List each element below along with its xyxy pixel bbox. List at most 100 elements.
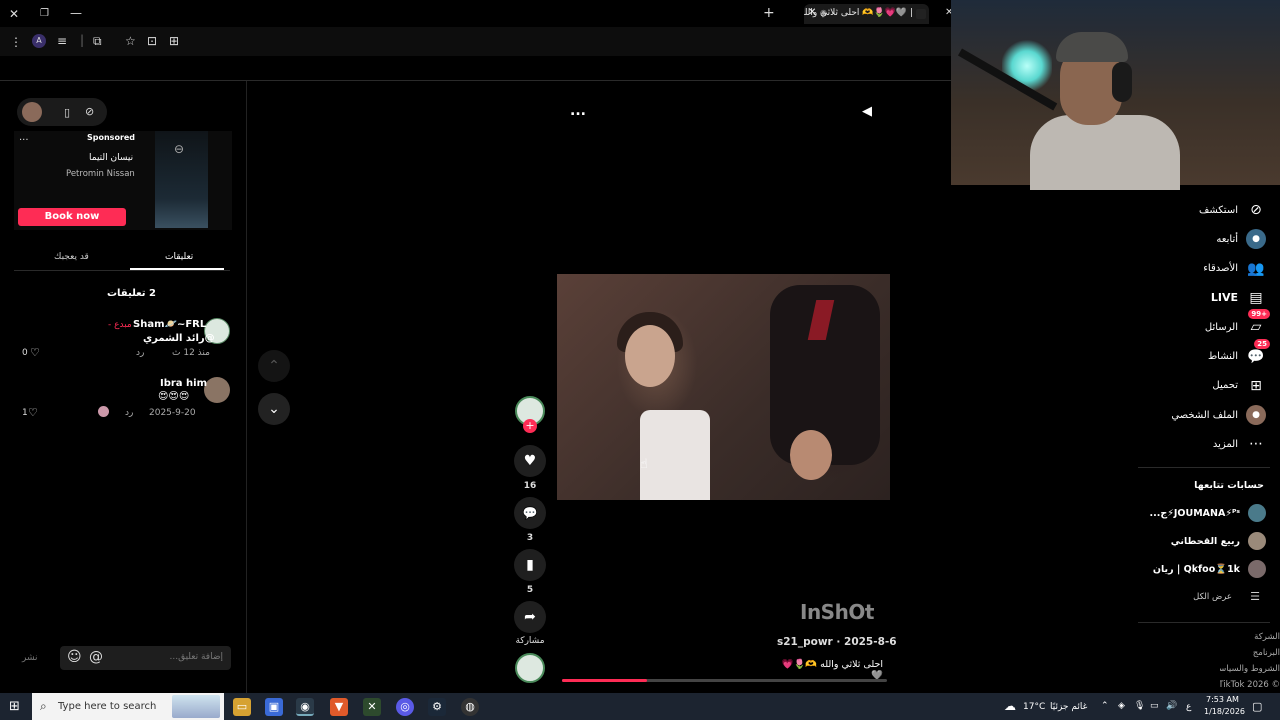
obs-icon[interactable]: ◍ (461, 698, 479, 716)
mention-icon[interactable]: @ (89, 649, 103, 665)
sidebar-item-label: الرسائل (1204, 321, 1238, 333)
previous-video-button[interactable]: ⌃ (258, 350, 290, 382)
reply-button[interactable]: رد (125, 408, 133, 418)
video-author[interactable]: s21_powr · 2025-8-6 (777, 636, 897, 648)
close-window-icon[interactable]: ✕ (9, 7, 19, 21)
sidebar-item-following[interactable]: أتابعه ● (1216, 229, 1266, 250)
more-options-icon[interactable]: ... (570, 103, 586, 119)
tab-active-indicator (130, 268, 224, 270)
sidebar-item-activity[interactable]: النشاط 💬 25 (1207, 338, 1270, 367)
share-icon[interactable]: ➦ (514, 601, 546, 633)
webcam-person-cap (1056, 32, 1128, 62)
upload-icon: ⊞ (1250, 377, 1262, 394)
sidebar-item-compass[interactable]: استكشف ⊘ (1199, 200, 1266, 220)
post-button[interactable]: نشر (22, 653, 38, 663)
comment-like-count: 1 (22, 408, 28, 418)
following-account[interactable]: JOUMANA⚡ᴾˢ⚡ج... (1150, 503, 1266, 523)
comment-icon[interactable]: 💬 (514, 497, 546, 529)
network-icon[interactable]: ▭ (1150, 701, 1159, 711)
tray-chevron-icon[interactable]: ⌃ (1101, 701, 1109, 711)
sidebar-item-more[interactable]: المزيد ⋯ (1213, 434, 1266, 454)
bookmark-bar (0, 56, 951, 81)
following-account[interactable]: Qkfoo⏳1k | ريان (1153, 559, 1266, 579)
install-app-icon[interactable]: ⊞ (169, 34, 179, 48)
next-video-button[interactable]: ⌄ (258, 393, 290, 425)
microphone-icon[interactable]: 🎙 (1134, 701, 1145, 711)
friends-icon: 👥 (1247, 260, 1265, 277)
book-now-button[interactable]: Book now (18, 208, 126, 226)
weather-desc[interactable]: غائم جزئيًا (1050, 702, 1087, 712)
terminal-icon[interactable]: ✕ (363, 698, 381, 716)
ad-sponsored-label: Sponsored (87, 133, 136, 142)
sidebar-item-upload[interactable]: تحميل ⊞ (1212, 376, 1266, 396)
video-progress-fill (562, 679, 647, 682)
store-icon[interactable]: ▣ (265, 698, 283, 716)
creator-liked-avatar (98, 406, 109, 417)
notifications-icon[interactable]: ▢ (1252, 700, 1262, 713)
footer-link[interactable]: الشركة (1254, 632, 1280, 642)
browser-menu-icon[interactable]: ⋮ (10, 35, 22, 49)
reply-button[interactable]: رد (136, 348, 144, 358)
minimize-window-icon[interactable]: — (70, 6, 82, 20)
comment-time: منذ 12 ث (172, 348, 210, 358)
footer-link[interactable]: البرنامج (1253, 648, 1280, 658)
browser-tab-active[interactable]: ✕ ◉ احلى ثلاثي والله 🫶🌷💗🩶 | (804, 4, 929, 24)
emoji-icon[interactable]: ☺ (67, 649, 82, 665)
profile-icon[interactable]: A (32, 34, 46, 48)
sidebar-item-live[interactable]: LIVE ▤ (1211, 288, 1266, 308)
comment-author[interactable]: Sham🪐~FRL (133, 319, 206, 330)
comment-input[interactable]: إضافة تعليق... ☺ @ (60, 646, 231, 670)
sidebar-item-profile[interactable]: الملف الشخصي ● (1171, 405, 1266, 426)
heart-outline-icon[interactable]: ♡ (28, 406, 38, 419)
tray-app-icon[interactable]: ◈ (1118, 701, 1125, 711)
input-language[interactable]: ع (1186, 702, 1191, 712)
see-all-link[interactable]: عرض الكل (1193, 592, 1232, 602)
bookmark-icon[interactable]: ▮ (514, 549, 546, 581)
brave-icon[interactable]: ▼ (330, 698, 348, 716)
follow-plus-icon[interactable]: + (523, 419, 537, 433)
bookmark-star-icon[interactable]: ☆ (125, 34, 136, 48)
extensions-icon[interactable]: ⧉ (93, 34, 102, 48)
comment-placeholder: إضافة تعليق... (169, 652, 223, 662)
taskbar-search[interactable]: ⌕ Type here to search (32, 693, 224, 720)
file-explorer-icon[interactable]: ▭ (233, 698, 251, 716)
clock-date[interactable]: 1/18/2026 (1204, 707, 1245, 716)
avatar[interactable] (22, 102, 42, 122)
nissan-logo-icon: ⊖ (174, 142, 185, 156)
footer-link[interactable]: الشروط والسياسات (1220, 664, 1280, 674)
device-icon[interactable]: ▯ (64, 106, 70, 119)
sidebar-item-friends[interactable]: الأصدقاء 👥 (1203, 259, 1266, 279)
profile-icon: ● (1246, 405, 1266, 426)
windows-start-icon[interactable]: ⊞ (9, 699, 20, 714)
following-icon: ● (1246, 229, 1266, 250)
volume-icon[interactable]: ◀ (862, 104, 872, 119)
following-account[interactable]: ربيع القحطاني (1171, 531, 1266, 551)
following-header: حسابات تتابعها (1194, 480, 1264, 491)
music-disc-avatar[interactable] (515, 653, 545, 683)
search-placeholder: Type here to search (58, 701, 157, 712)
tab-you-may-like[interactable]: قد يعجبك (54, 252, 89, 262)
video-frame-figure (640, 410, 710, 500)
discord-icon[interactable]: ◎ (396, 698, 414, 716)
comment-author[interactable]: Ibra him (160, 378, 207, 389)
restore-window-icon[interactable]: ❐ (40, 7, 49, 21)
chrome-icon[interactable]: ◉ (296, 698, 314, 716)
weather-temp[interactable]: 17°C (1023, 702, 1045, 712)
heart-outline-icon[interactable]: ♡ (30, 346, 40, 359)
new-tab-button[interactable]: + (763, 6, 775, 20)
volume-tray-icon[interactable]: 🔊 (1166, 701, 1177, 711)
compass-icon[interactable]: ⊘ (85, 105, 94, 118)
tab-comments[interactable]: تعليقات (165, 252, 193, 262)
video-frame-face-small (790, 430, 832, 480)
reading-list-icon[interactable]: ≡ (57, 34, 67, 48)
avatar[interactable] (204, 377, 230, 403)
steam-icon[interactable]: ⚙ (428, 698, 446, 716)
sidebar-item-label: النشاط (1207, 351, 1238, 362)
footer-link[interactable]: © 2026 TikTok (1220, 680, 1280, 690)
save-count: 5 (526, 585, 534, 595)
like-heart-icon[interactable]: ♥ (514, 445, 546, 477)
clock-time[interactable]: 7:53 AM (1206, 695, 1239, 704)
screenshot-icon[interactable]: ⊡ (147, 34, 157, 48)
sidebar-item-messages[interactable]: الرسائل ▱ 99+ (1204, 309, 1270, 337)
ad-menu-icon[interactable]: ... (19, 132, 29, 143)
